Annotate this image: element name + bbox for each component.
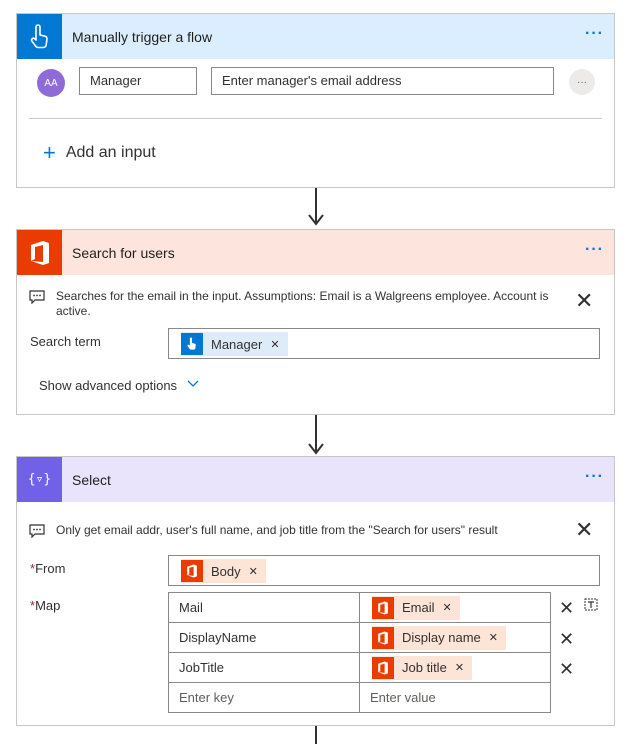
office-icon (372, 596, 394, 619)
select-menu-button[interactable]: ··· (585, 469, 604, 485)
map-value-cell[interactable]: Job title ✕ (359, 652, 551, 683)
hand-touch-icon (181, 333, 203, 355)
trigger-menu-button[interactable]: ··· (585, 26, 604, 42)
search-term-field[interactable]: Manager ✕ (168, 328, 600, 359)
map-value-token[interactable]: Display name ✕ (372, 625, 506, 650)
flow-connector-line (315, 726, 317, 744)
map-key-input[interactable]: Enter key (168, 682, 360, 713)
search-title: Search for users (72, 244, 175, 261)
remove-token-icon[interactable]: ✕ (455, 661, 464, 674)
trigger-divider (29, 118, 602, 119)
from-token[interactable]: Body ✕ (181, 559, 266, 583)
input-more-button[interactable]: ··· (569, 69, 595, 95)
token-label: Body (211, 563, 241, 579)
remove-token-icon[interactable]: ✕ (249, 565, 258, 578)
select-comment-text: Only get email addr, user's full name, a… (56, 523, 498, 537)
switch-to-text-mode-icon[interactable] (584, 596, 599, 614)
from-label-text: From (35, 561, 66, 576)
search-menu-button[interactable]: ··· (585, 242, 604, 258)
map-row: Mail Email ✕ (168, 592, 551, 623)
more-dots-icon: ··· (577, 76, 587, 88)
map-value-cell[interactable]: Email ✕ (359, 592, 551, 623)
token-label: Display name (402, 630, 481, 645)
comment-icon (29, 524, 47, 541)
delete-row-icon[interactable]: ✕ (559, 597, 574, 619)
select-title: Select (72, 471, 111, 488)
chevron-down-icon (187, 376, 199, 391)
trigger-title: Manually trigger a flow (72, 28, 213, 45)
map-value-token[interactable]: Email ✕ (372, 595, 460, 620)
remove-token-icon[interactable]: ✕ (270, 338, 279, 351)
token-label: Email (402, 600, 435, 615)
delete-row-icon[interactable]: ✕ (559, 658, 574, 680)
from-field[interactable]: Body ✕ (168, 555, 600, 586)
remove-token-icon[interactable]: ✕ (489, 631, 498, 644)
text-input-type-icon: AA (37, 69, 65, 97)
select-card: {▿} Select ··· Only get email addr, user… (16, 456, 615, 726)
office-icon (181, 560, 203, 582)
select-card-header[interactable]: {▿} Select ··· (17, 457, 614, 502)
map-row: JobTitle Job title ✕ (168, 652, 551, 683)
plus-icon: + (43, 140, 56, 165)
comment-icon (29, 290, 47, 319)
map-key-cell[interactable]: JobTitle (168, 652, 360, 683)
search-users-card: Search for users ··· Searches for the em… (16, 229, 615, 415)
add-input-button[interactable]: + Add an input (43, 140, 156, 165)
map-row-empty: Enter key Enter value (168, 682, 551, 713)
map-value-token[interactable]: Job title ✕ (372, 655, 473, 680)
hand-touch-icon (17, 14, 62, 59)
map-label: *Map (30, 598, 60, 613)
search-term-label: Search term (30, 334, 101, 349)
show-advanced-options[interactable]: Show advanced options (39, 378, 199, 393)
delete-row-icon[interactable]: ✕ (559, 628, 574, 650)
map-table: Mail Email ✕ DisplayName Display name ✕ … (168, 592, 551, 713)
map-label-text: Map (35, 598, 61, 613)
input-name-field[interactable]: Manager (79, 67, 197, 95)
map-value-cell[interactable]: Display name ✕ (359, 622, 551, 653)
map-key-cell[interactable]: DisplayName (168, 622, 360, 653)
search-comment[interactable]: Searches for the email in the input. Ass… (29, 289, 602, 319)
select-comment[interactable]: Only get email addr, user's full name, a… (29, 523, 602, 541)
from-label: *From (30, 561, 65, 576)
trigger-card: Manually trigger a flow ··· AA Manager E… (16, 13, 615, 188)
token-label: Manager (211, 336, 263, 352)
search-card-header[interactable]: Search for users ··· (17, 230, 614, 275)
advanced-options-label: Show advanced options (39, 378, 178, 393)
office-icon (372, 626, 394, 649)
map-row: DisplayName Display name ✕ (168, 622, 551, 653)
trigger-card-header[interactable]: Manually trigger a flow ··· (17, 14, 614, 59)
input-description-field[interactable]: Enter manager's email address (211, 67, 554, 95)
data-operation-icon: {▿} (17, 457, 62, 502)
token-label: Job title (402, 660, 447, 675)
add-input-label: Add an input (65, 144, 156, 161)
close-comment-icon[interactable]: ✕ (575, 519, 593, 541)
office-icon (372, 656, 394, 679)
office-icon (17, 230, 62, 275)
search-comment-text: Searches for the email in the input. Ass… (56, 289, 549, 318)
trigger-input-row: AA Manager Enter manager's email address… (17, 59, 614, 119)
close-comment-icon[interactable]: ✕ (575, 290, 593, 312)
map-key-cell[interactable]: Mail (168, 592, 360, 623)
search-term-token[interactable]: Manager ✕ (181, 332, 288, 356)
remove-token-icon[interactable]: ✕ (443, 601, 452, 614)
avatar-text: AA (44, 77, 58, 89)
map-value-input[interactable]: Enter value (359, 682, 551, 713)
